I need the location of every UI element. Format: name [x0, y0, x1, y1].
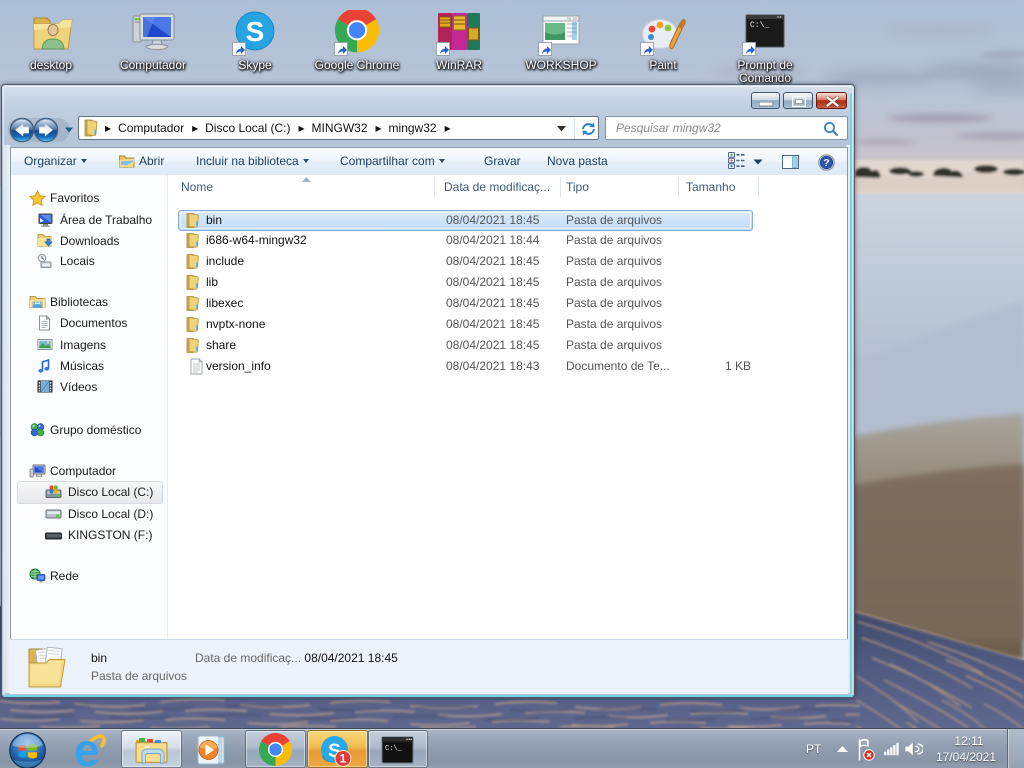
svg-text:C:\_: C:\_: [385, 745, 403, 753]
svg-text:1: 1: [340, 754, 347, 766]
svg-text:C:\_: C:\_: [750, 21, 769, 30]
svg-text:?: ?: [823, 157, 829, 169]
svg-text:e: e: [74, 733, 100, 768]
svg-text:S: S: [246, 16, 265, 47]
